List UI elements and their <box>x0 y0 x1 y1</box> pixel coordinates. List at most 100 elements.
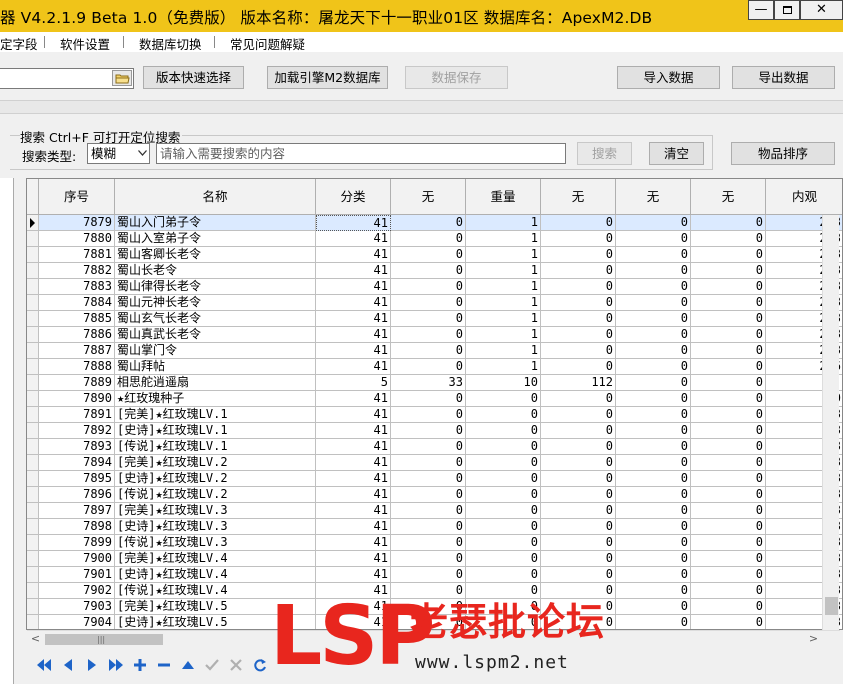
column-header-index[interactable]: 序号 <box>39 179 115 215</box>
cell-none-3[interactable]: 0 <box>616 311 691 327</box>
table-row[interactable]: 7900[完美]★红玫瑰LV.4410000013 <box>27 551 842 567</box>
table-row[interactable]: 7891[完美]★红玫瑰LV.1410000013 <box>27 407 842 423</box>
first-record-button[interactable] <box>34 658 54 676</box>
cell-none-4[interactable]: 0 <box>691 535 766 551</box>
cell-index[interactable]: 7887 <box>39 343 115 359</box>
cell-none-4[interactable]: 0 <box>691 567 766 583</box>
cell-name[interactable]: [传说]★红玫瑰LV.2 <box>115 487 316 503</box>
table-row[interactable]: 7899[传说]★红玫瑰LV.3410000013 <box>27 535 842 551</box>
cell-none-1[interactable]: 0 <box>391 487 466 503</box>
cell-index[interactable]: 7892 <box>39 423 115 439</box>
cell-index[interactable]: 7891 <box>39 407 115 423</box>
cell-none-2[interactable]: 0 <box>541 535 616 551</box>
cell-none-3[interactable]: 0 <box>616 215 691 231</box>
cell-none-2[interactable]: 0 <box>541 471 616 487</box>
cell-none-2[interactable]: 0 <box>541 247 616 263</box>
minimize-button[interactable]: — <box>748 0 774 20</box>
cell-none-4[interactable]: 0 <box>691 583 766 599</box>
row-indicator[interactable] <box>27 439 39 455</box>
row-indicator[interactable] <box>27 215 39 231</box>
cell-none-1[interactable]: 0 <box>391 295 466 311</box>
search-button[interactable]: 搜索 <box>577 142 632 165</box>
cell-weight[interactable]: 1 <box>466 263 541 279</box>
cell-none-1[interactable]: 0 <box>391 567 466 583</box>
cell-none-3[interactable]: 0 <box>616 439 691 455</box>
row-indicator[interactable] <box>27 311 39 327</box>
cell-none-3[interactable]: 0 <box>616 247 691 263</box>
left-tree-panel[interactable] <box>0 178 14 684</box>
row-indicator[interactable] <box>27 535 39 551</box>
maximize-button[interactable] <box>774 0 800 20</box>
panel-divider[interactable] <box>0 100 843 114</box>
table-row[interactable]: 7889 相思舵逍遥扇 5 33 10 112 0 0 <box>27 375 842 391</box>
cell-none-1[interactable]: 0 <box>391 471 466 487</box>
cell-none-4[interactable]: 0 <box>691 503 766 519</box>
cell-weight[interactable]: 1 <box>466 327 541 343</box>
cell-category[interactable]: 41 <box>316 279 391 295</box>
menu-item-fields[interactable]: 定字段 <box>0 34 38 53</box>
row-indicator[interactable] <box>27 247 39 263</box>
browse-folder-button[interactable] <box>112 70 132 86</box>
table-row[interactable]: 7901[史诗]★红玫瑰LV.4410000013 <box>27 567 842 583</box>
cell-weight[interactable]: 10 <box>466 375 541 391</box>
cell-weight[interactable]: 0 <box>466 439 541 455</box>
table-row[interactable]: 7880蜀山入室弟子令4101000223 <box>27 231 842 247</box>
row-indicator[interactable] <box>27 551 39 567</box>
cell-none-3[interactable]: 0 <box>616 583 691 599</box>
cell-none-2[interactable]: 0 <box>541 423 616 439</box>
row-indicator[interactable] <box>27 455 39 471</box>
column-header-appearance[interactable]: 内观 <box>766 179 842 215</box>
row-indicator[interactable] <box>27 471 39 487</box>
cell-index[interactable]: 7889 <box>39 375 115 391</box>
cell-name[interactable]: 蜀山元神长老令 <box>115 295 316 311</box>
row-indicator[interactable] <box>27 599 39 615</box>
insert-record-button[interactable] <box>130 658 150 676</box>
column-header-none-4[interactable]: 无 <box>691 179 766 215</box>
cell-none-4[interactable]: 0 <box>691 391 766 407</box>
cell-category[interactable]: 41 <box>316 295 391 311</box>
cell-none-3[interactable]: 0 <box>616 423 691 439</box>
cell-none-2[interactable]: 0 <box>541 231 616 247</box>
cell-index[interactable]: 7890 <box>39 391 115 407</box>
cell-none-4[interactable]: 0 <box>691 263 766 279</box>
cell-none-2[interactable]: 0 <box>541 455 616 471</box>
cell-index[interactable]: 7897 <box>39 503 115 519</box>
cell-category[interactable]: 41 <box>316 311 391 327</box>
cell-none-3[interactable]: 0 <box>616 375 691 391</box>
cell-index[interactable]: 7903 <box>39 599 115 615</box>
cell-index[interactable]: 7898 <box>39 519 115 535</box>
cell-category[interactable]: 41 <box>316 247 391 263</box>
cell-weight[interactable]: 0 <box>466 535 541 551</box>
cell-none-3[interactable]: 0 <box>616 535 691 551</box>
row-indicator[interactable] <box>27 327 39 343</box>
cell-none-4[interactable]: 0 <box>691 327 766 343</box>
row-indicator[interactable] <box>27 407 39 423</box>
cell-name[interactable]: 蜀山掌门令 <box>115 343 316 359</box>
cell-category[interactable]: 41 <box>316 423 391 439</box>
cell-category[interactable]: 41 <box>316 327 391 343</box>
cell-category[interactable]: 41 <box>316 551 391 567</box>
cell-category[interactable]: 5 <box>316 375 391 391</box>
cell-name[interactable]: [传说]★红玫瑰LV.1 <box>115 439 316 455</box>
search-type-select[interactable]: 模糊 <box>87 143 150 164</box>
horizontal-scroll-thumb[interactable]: ||| <box>45 634 163 645</box>
item-data-grid[interactable]: 序号 名称 分类 无 重量 无 无 无 内观 7879 蜀山入门弟子令 41 0 1 0 0… <box>26 178 843 630</box>
cell-index[interactable]: 7882 <box>39 263 115 279</box>
table-row[interactable]: 7887蜀山掌门令4101000223 <box>27 343 842 359</box>
cell-name[interactable]: [完美]★红玫瑰LV.3 <box>115 503 316 519</box>
close-button[interactable]: ✕ <box>800 0 843 20</box>
cell-name[interactable]: [史诗]★红玫瑰LV.1 <box>115 423 316 439</box>
cell-index[interactable]: 7888 <box>39 359 115 375</box>
cell-weight[interactable]: 0 <box>466 567 541 583</box>
cell-category[interactable]: 41 <box>316 391 391 407</box>
cell-name[interactable]: 蜀山律得长老令 <box>115 279 316 295</box>
cell-none-3[interactable]: 0 <box>616 503 691 519</box>
cell-name[interactable]: [完美]★红玫瑰LV.4 <box>115 551 316 567</box>
cell-weight[interactable]: 0 <box>466 551 541 567</box>
scroll-right-icon[interactable]: > <box>805 631 822 648</box>
column-header-none-2[interactable]: 无 <box>541 179 616 215</box>
table-row[interactable]: 7897[完美]★红玫瑰LV.3410000013 <box>27 503 842 519</box>
cell-none-4[interactable]: 0 <box>691 551 766 567</box>
table-row[interactable]: 7886蜀山真武长老令4101000223 <box>27 327 842 343</box>
cell-name[interactable]: 蜀山入室弟子令 <box>115 231 316 247</box>
